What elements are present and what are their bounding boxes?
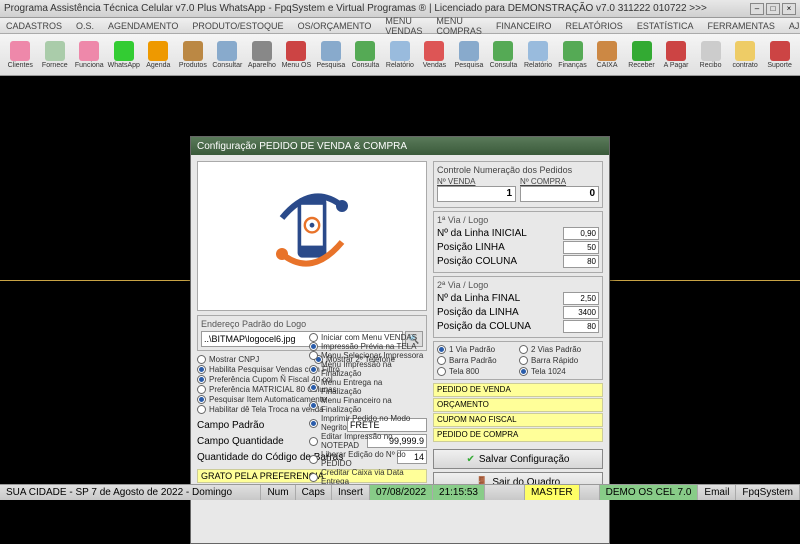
- menu-relatórios[interactable]: RELATÓRIOS: [565, 21, 622, 31]
- logo-path-label: Endereço Padrão do Logo: [201, 319, 423, 329]
- toolbar-clientes[interactable]: Clientes: [4, 36, 37, 74]
- opt-impressão-prévia-na-tela[interactable]: Impressão Prévia na TELA: [309, 342, 425, 351]
- toolbar-consulta[interactable]: Consulta: [487, 36, 520, 74]
- toolbar-suporte[interactable]: Suporte: [763, 36, 796, 74]
- maximize-button[interactable]: □: [766, 3, 780, 15]
- toolbar-pesquisa[interactable]: Pesquisa: [315, 36, 348, 74]
- right-options: Iniciar com Menu VENDASImpressão Prévia …: [309, 333, 425, 486]
- menu-menu vendas[interactable]: MENU VENDAS: [385, 16, 422, 36]
- window-controls: – □ ×: [750, 3, 796, 15]
- menu-financeiro[interactable]: FINANCEIRO: [496, 21, 552, 31]
- via2-box: 2ª Via / LogoNº da Linha FINALPosição da…: [433, 276, 603, 338]
- toolbar-vendas[interactable]: Vendas: [418, 36, 451, 74]
- toolbar-consultar[interactable]: Consultar: [211, 36, 244, 74]
- toolbar-whatsapp[interactable]: WhatsApp: [108, 36, 141, 74]
- status-ins: Insert: [332, 485, 370, 500]
- print-tela-1024[interactable]: Tela 1024: [519, 367, 599, 376]
- doc-list: PEDIDO DE VENDAORÇAMENTOCUPOM NAO FISCAL…: [433, 383, 603, 442]
- minimize-button[interactable]: –: [750, 3, 764, 15]
- doc-pedido-de-compra[interactable]: PEDIDO DE COMPRA: [433, 428, 603, 442]
- opt-menu-entrega-na-finalização[interactable]: Menu Entrega na Finalização: [309, 378, 425, 396]
- status-email[interactable]: Email: [698, 485, 736, 500]
- menu-menu compras[interactable]: MENU COMPRAS: [436, 16, 482, 36]
- opt-iniciar-com-menu-vendas[interactable]: Iniciar com Menu VENDAS: [309, 333, 425, 342]
- menu-agendamento[interactable]: AGENDAMENTO: [108, 21, 178, 31]
- status-master: MASTER: [525, 485, 580, 500]
- opt-menu-financeiro-na-finalização[interactable]: Menu Financeiro na Finalização: [309, 396, 425, 414]
- opt-menu-impressão-na-finalização[interactable]: Menu Impressão na Finalização: [309, 360, 425, 378]
- save-config-button[interactable]: ✔Salvar Configuração: [433, 449, 603, 469]
- status-fpq[interactable]: FpqSystem: [736, 485, 800, 500]
- doc-orçamento[interactable]: ORÇAMENTO: [433, 398, 603, 412]
- opt-mostrar-cnpj[interactable]: Mostrar CNPJ: [197, 355, 310, 364]
- menu-ferramentas[interactable]: FERRAMENTAS: [707, 21, 774, 31]
- toolbar-receber[interactable]: Receber: [625, 36, 658, 74]
- menu-os/orçamento[interactable]: OS/ORÇAMENTO: [298, 21, 372, 31]
- toolbar-pesquisa[interactable]: Pesquisa: [453, 36, 486, 74]
- status-date: 07/08/2022: [370, 485, 433, 500]
- toolbar: ClientesForneceFuncionaWhatsAppAgendaPro…: [0, 34, 800, 76]
- toolbar-funciona[interactable]: Funciona: [73, 36, 106, 74]
- toolbar-consulta[interactable]: Consulta: [349, 36, 382, 74]
- doc-pedido-de-venda[interactable]: PEDIDO DE VENDA: [433, 383, 603, 397]
- toolbar-menu os[interactable]: Menu OS: [280, 36, 313, 74]
- dialog-title: Configuração PEDIDO DE VENDA & COMPRA: [191, 137, 609, 155]
- menu-cadastros[interactable]: CADASTROS: [6, 21, 62, 31]
- toolbar-contrato[interactable]: contrato: [729, 36, 762, 74]
- status-demo: DEMO OS CEL 7.0: [600, 485, 699, 500]
- print-barra-rápido[interactable]: Barra Rápido: [519, 356, 599, 365]
- toolbar-caixa[interactable]: CAIXA: [591, 36, 624, 74]
- print-options: 1 Via Padrão2 Vias PadrãoBarra PadrãoBar…: [433, 341, 603, 380]
- opt-menu-selecionar-impressora[interactable]: Menu Selecionar Impressora: [309, 351, 425, 360]
- print-2-vias-padrão[interactable]: 2 Vias Padrão: [519, 345, 599, 354]
- status-city: SUA CIDADE - SP 7 de Agosto de 2022 - Do…: [0, 485, 261, 500]
- menu-produto/estoque[interactable]: PRODUTO/ESTOQUE: [192, 21, 283, 31]
- phone-repair-icon: [252, 176, 372, 296]
- toolbar-finanças[interactable]: Finanças: [556, 36, 589, 74]
- print-1-via-padrão[interactable]: 1 Via Padrão: [437, 345, 517, 354]
- via1-box: 1ª Via / LogoNº da Linha INICIALPosição …: [433, 211, 603, 273]
- config-dialog: Configuração PEDIDO DE VENDA & COMPRA: [190, 136, 610, 544]
- menu-o.s.[interactable]: O.S.: [76, 21, 94, 31]
- opt-imprimir-pedido-no-modo-negrito[interactable]: Imprimir Pedido no Modo Negrito: [309, 414, 425, 432]
- nvenda-label: Nº VENDA: [437, 177, 516, 186]
- status-num: Num: [261, 485, 295, 500]
- ncompra-label: Nº COMPRA: [520, 177, 599, 186]
- toolbar-relatório[interactable]: Relatório: [522, 36, 555, 74]
- toolbar-a pagar[interactable]: A Pagar: [660, 36, 693, 74]
- nvenda-value[interactable]: 1: [437, 186, 516, 202]
- toolbar-agenda[interactable]: Agenda: [142, 36, 175, 74]
- numeracao-box: Controle Numeração dos Pedidos Nº VENDA …: [433, 161, 603, 208]
- toolbar-produtos[interactable]: Produtos: [177, 36, 210, 74]
- status-caps: Caps: [296, 485, 332, 500]
- menu-estatística[interactable]: ESTATÍSTICA: [637, 21, 694, 31]
- doc-cupom-nao-fiscal[interactable]: CUPOM NAO FISCAL: [433, 413, 603, 427]
- ncompra-value[interactable]: 0: [520, 186, 599, 202]
- status-time: 21:15:53: [433, 485, 485, 500]
- print-tela-800[interactable]: Tela 800: [437, 367, 517, 376]
- menu-ajuda[interactable]: AJUDA: [789, 21, 800, 31]
- content-area: AS A Configuração PEDIDO DE VENDA & COMP…: [0, 76, 800, 484]
- toolbar-fornece[interactable]: Fornece: [39, 36, 72, 74]
- statusbar: SUA CIDADE - SP 7 de Agosto de 2022 - Do…: [0, 484, 800, 500]
- opt-liberar-edição-do-nº-do-pedido[interactable]: Liberar Edição do Nº do PEDIDO: [309, 450, 425, 468]
- toolbar-relatório[interactable]: Relatório: [384, 36, 417, 74]
- toolbar-recibo[interactable]: Recibo: [694, 36, 727, 74]
- logo-preview: [197, 161, 427, 311]
- window-title: Programa Assistência Técnica Celular v7.…: [4, 3, 750, 14]
- print-barra-padrão[interactable]: Barra Padrão: [437, 356, 517, 365]
- menubar: CADASTROS O.S. AGENDAMENTO PRODUTO/ESTOQUE O…: [0, 18, 800, 34]
- opt-editar-impressão-no-notepad[interactable]: Editar Impressão no NOTEPAD: [309, 432, 425, 450]
- toolbar-aparelho[interactable]: Aparelho: [246, 36, 279, 74]
- close-button[interactable]: ×: [782, 3, 796, 15]
